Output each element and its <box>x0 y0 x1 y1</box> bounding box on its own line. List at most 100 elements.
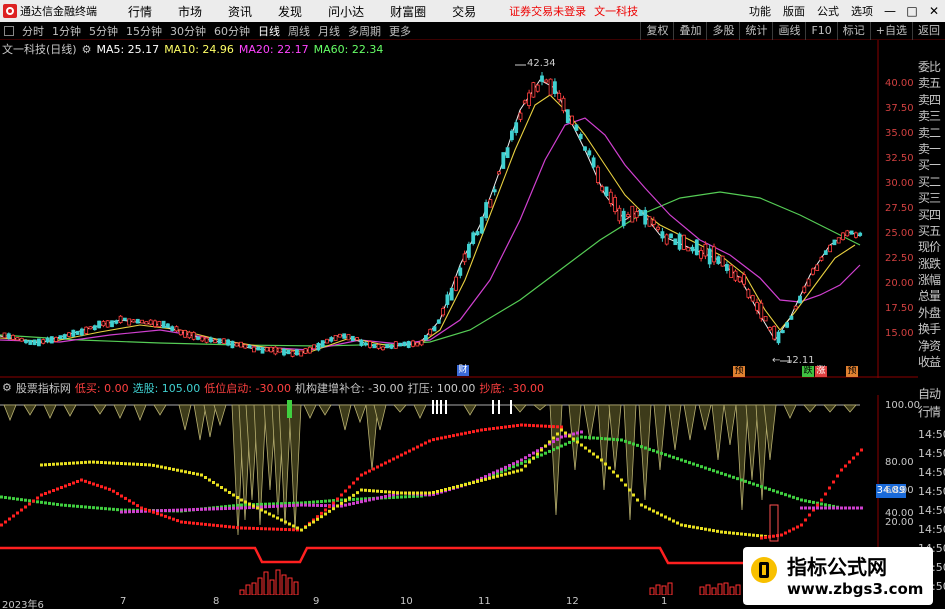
candle-body <box>716 256 721 264</box>
sidebar-item-ratio[interactable]: 委比 <box>918 59 945 75</box>
menu-item-quotes[interactable]: 行情 <box>115 3 165 20</box>
indicator-dot <box>724 473 727 477</box>
indicator-dot <box>716 529 719 533</box>
sidebar-item-buy4[interactable]: 买四 <box>918 207 945 223</box>
indicator-dot <box>88 481 91 485</box>
period-30min[interactable]: 30分钟 <box>166 23 210 39</box>
period-multi[interactable]: 多周期 <box>344 23 385 39</box>
add-watchlist-button[interactable]: +自选 <box>869 22 912 40</box>
period-15min[interactable]: 15分钟 <box>122 23 166 39</box>
indicator-dot <box>84 460 87 464</box>
indicator-spike <box>698 404 712 431</box>
sidebar-item-quotes[interactable]: 行情 <box>918 403 945 421</box>
f10-button[interactable]: F10 <box>805 22 836 40</box>
maximize-button[interactable]: □ <box>901 0 923 22</box>
period-monthly[interactable]: 月线 <box>314 23 344 39</box>
period-5min[interactable]: 5分钟 <box>85 23 122 39</box>
candle-body <box>372 343 377 349</box>
layout-toggle-icon[interactable] <box>4 25 14 36</box>
indicator-dot <box>340 493 343 497</box>
indicator-dot <box>480 428 483 432</box>
period-1min[interactable]: 1分钟 <box>48 23 85 39</box>
forecast-badge-2[interactable]: 预 <box>846 366 858 377</box>
indicator-dot <box>424 491 427 495</box>
draw-line-button[interactable]: 画线 <box>772 22 805 40</box>
sidebar-item-outer[interactable]: 外盘 <box>918 305 945 321</box>
menu-formula[interactable]: 公式 <box>811 3 845 19</box>
indicator-dot <box>600 437 603 440</box>
period-60min[interactable]: 60分钟 <box>210 23 254 39</box>
menu-function[interactable]: 功能 <box>743 3 777 19</box>
indicator-dot <box>12 497 15 501</box>
sidebar-item-turnover[interactable]: 换手 <box>918 321 945 337</box>
sidebar-item-sell2[interactable]: 卖二 <box>918 125 945 141</box>
sidebar-item-buy5[interactable]: 买五 <box>918 223 945 239</box>
indicator-dot <box>756 483 759 487</box>
menu-item-wealth[interactable]: 财富圈 <box>377 3 439 20</box>
sidebar-item-earnings[interactable]: 收益 <box>918 354 945 370</box>
red-step-line <box>0 546 860 565</box>
menu-item-news[interactable]: 资讯 <box>215 3 265 20</box>
candle-body <box>608 191 613 204</box>
period-timeshare[interactable]: 分时 <box>18 23 48 39</box>
menu-layout[interactable]: 版面 <box>777 3 811 19</box>
period-weekly[interactable]: 周线 <box>284 23 314 39</box>
sidebar-item-sell1[interactable]: 卖一 <box>918 141 945 157</box>
drop-badge[interactable]: 跌 <box>802 366 814 377</box>
kline-chart[interactable] <box>0 40 918 378</box>
sidebar-item-buy3[interactable]: 买三 <box>918 190 945 206</box>
rise-badge[interactable]: 涨 <box>815 366 827 377</box>
multi-stock-button[interactable]: 多股 <box>706 22 739 40</box>
ma20-line <box>0 117 861 351</box>
indicator-dot <box>596 455 599 459</box>
menu-item-ask[interactable]: 问小达 <box>315 3 377 20</box>
forecast-badge[interactable]: 预 <box>733 366 745 377</box>
sidebar-item-auto[interactable]: 自动 <box>918 385 945 403</box>
statistics-button[interactable]: 统计 <box>739 22 772 40</box>
indicator-dot <box>504 468 507 472</box>
login-status[interactable]: 证券交易未登录 <box>509 3 586 19</box>
menu-item-market[interactable]: 市场 <box>165 3 215 20</box>
date-tick: 9 <box>313 596 320 607</box>
price-tick: 22.50 <box>885 253 914 264</box>
indicator-settings-icon[interactable]: ⚙ <box>2 381 12 394</box>
sidebar-item-sell3[interactable]: 卖三 <box>918 108 945 124</box>
minimize-button[interactable]: — <box>879 0 901 22</box>
close-button[interactable]: ✕ <box>923 0 945 22</box>
sidebar-item-sell5[interactable]: 卖五 <box>918 75 945 91</box>
indicator-dot <box>48 463 51 467</box>
indicator-dot <box>436 490 439 493</box>
back-button[interactable]: 返回 <box>912 22 945 40</box>
sidebar-item-buy1[interactable]: 买一 <box>918 157 945 173</box>
indicator-dot <box>356 497 359 501</box>
period-more[interactable]: 更多 <box>385 23 415 39</box>
indicator-dot <box>548 424 551 428</box>
overlay-button[interactable]: 叠加 <box>673 22 706 40</box>
candle-body <box>37 338 41 347</box>
sidebar-item-price[interactable]: 现价 <box>918 239 945 255</box>
sidebar-item-change-pct[interactable]: 涨幅 <box>918 272 945 288</box>
indicator-dot <box>472 480 475 484</box>
sidebar-item-volume[interactable]: 总量 <box>918 288 945 304</box>
indicator-dot <box>280 518 283 522</box>
mark-button[interactable]: 标记 <box>836 22 870 40</box>
finance-badge[interactable]: 财 <box>457 365 469 376</box>
indicator-dot <box>696 526 699 530</box>
indicator-dot <box>348 502 351 506</box>
sidebar-item-change[interactable]: 涨跌 <box>918 256 945 272</box>
indicator-dot <box>216 524 219 528</box>
sidebar-item-buy2[interactable]: 买二 <box>918 174 945 190</box>
indicator-dot <box>392 457 395 461</box>
indicator-dot <box>332 504 335 508</box>
indicator-name[interactable]: 股票指标网 <box>16 380 71 396</box>
sidebar-item-net-assets[interactable]: 净资 <box>918 338 945 354</box>
indicator-dot <box>756 534 759 538</box>
menu-options[interactable]: 选项 <box>845 3 879 19</box>
indicator-spike <box>193 404 207 441</box>
adjust-button[interactable]: 复权 <box>640 22 673 40</box>
period-daily[interactable]: 日线 <box>254 23 284 39</box>
menu-item-discover[interactable]: 发现 <box>265 3 315 20</box>
sidebar-item-sell4[interactable]: 卖四 <box>918 92 945 108</box>
date-tick: 2023年6 <box>2 600 44 609</box>
menu-item-trade[interactable]: 交易 <box>439 3 489 20</box>
